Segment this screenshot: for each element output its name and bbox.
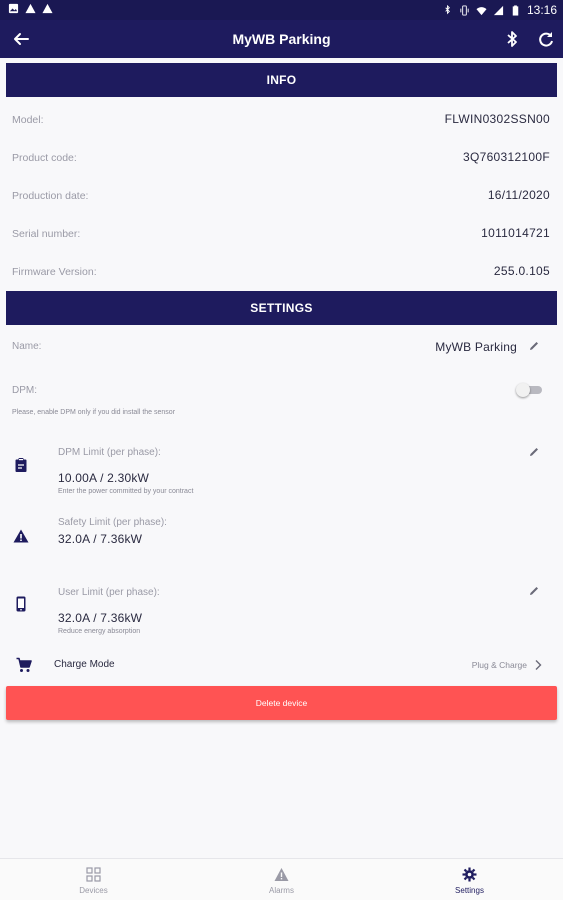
nav-settings-label: Settings xyxy=(455,886,484,895)
gear-icon xyxy=(462,867,477,882)
clipboard-icon xyxy=(15,458,27,472)
nav-devices-label: Devices xyxy=(79,886,108,895)
image-icon xyxy=(8,3,19,14)
page-title: MyWB Parking xyxy=(232,31,331,47)
nav-settings[interactable]: Settings xyxy=(376,859,563,900)
info-row-firmware-version: Firmware Version: 255.0.105 xyxy=(12,262,550,282)
delete-device-button[interactable]: Delete device xyxy=(6,686,557,720)
info-value: 3Q760312100F xyxy=(462,150,550,164)
bottom-nav: Devices Alarms Settings xyxy=(0,858,563,900)
info-label: Production date: xyxy=(12,190,89,202)
charge-mode-row[interactable]: Charge Mode Plug & Charge xyxy=(12,654,547,676)
battery-icon xyxy=(512,4,519,16)
cart-icon xyxy=(16,657,32,672)
info-label: Product code: xyxy=(12,152,77,164)
bluetooth-icon xyxy=(445,4,450,14)
nav-devices[interactable]: Devices xyxy=(0,859,187,900)
dpm-toggle-knob xyxy=(516,383,530,397)
dpm-limit-label: DPM Limit (per phase): xyxy=(58,447,161,458)
bluetooth-icon[interactable] xyxy=(502,28,522,50)
phone-icon xyxy=(16,596,26,612)
dpm-limit-value: 10.00A / 2.30kW xyxy=(58,471,150,485)
signal-icon xyxy=(493,5,504,15)
wifi-icon xyxy=(476,6,487,15)
info-value: FLWIN0302SSN00 xyxy=(444,112,550,126)
dpm-limit-hint: Enter the power committed by your contra… xyxy=(58,488,194,495)
info-value: 1011014721 xyxy=(481,226,550,240)
info-value: 255.0.105 xyxy=(493,264,550,278)
safety-limit-label: Safety Limit (per phase): xyxy=(58,517,167,528)
info-label: Model: xyxy=(12,114,44,126)
user-limit-label: User Limit (per phase): xyxy=(58,587,160,598)
edit-user-limit-icon[interactable] xyxy=(528,585,540,597)
info-row-product-code: Product code: 3Q760312100F xyxy=(12,148,550,168)
charge-mode-value: Plug & Charge xyxy=(471,660,527,670)
name-label: Name: xyxy=(12,341,42,352)
app-bar: MyWB Parking xyxy=(0,20,563,58)
status-bar: 13:16 xyxy=(0,0,563,20)
info-header: INFO xyxy=(6,63,557,97)
safety-limit-value: 32.0A / 7.36kW xyxy=(58,532,143,546)
status-time: 13:16 xyxy=(526,3,557,17)
settings-header: SETTINGS xyxy=(6,291,557,325)
info-label: Serial number: xyxy=(12,228,81,240)
warning-icon xyxy=(25,3,36,14)
warning-icon xyxy=(274,868,289,881)
warning-icon xyxy=(13,529,29,543)
vibrate-icon xyxy=(460,4,469,16)
dpm-toggle[interactable] xyxy=(516,383,542,397)
nav-alarms[interactable]: Alarms xyxy=(188,859,375,900)
info-row-model: Model: FLWIN0302SSN00 xyxy=(12,110,550,130)
refresh-icon[interactable] xyxy=(536,28,556,50)
edit-dpm-limit-icon[interactable] xyxy=(528,446,540,458)
name-value: MyWB Parking xyxy=(435,340,517,354)
grid-icon xyxy=(86,867,101,882)
dpm-label: DPM: xyxy=(12,385,37,396)
charge-mode-label: Charge Mode xyxy=(54,659,115,670)
info-row-serial-number: Serial number: 1011014721 xyxy=(12,224,550,244)
user-limit-value: 32.0A / 7.36kW xyxy=(58,611,143,625)
info-label: Firmware Version: xyxy=(12,266,97,278)
info-row-production-date: Production date: 16/11/2020 xyxy=(12,186,550,206)
user-limit-hint: Reduce energy absorption xyxy=(58,628,141,635)
dpm-hint: Please, enable DPM only if you did insta… xyxy=(12,409,176,416)
chevron-right-icon xyxy=(535,660,542,670)
info-value: 16/11/2020 xyxy=(487,188,550,202)
nav-alarms-label: Alarms xyxy=(269,886,294,895)
edit-name-icon[interactable] xyxy=(528,340,540,352)
warning-icon xyxy=(42,3,53,14)
